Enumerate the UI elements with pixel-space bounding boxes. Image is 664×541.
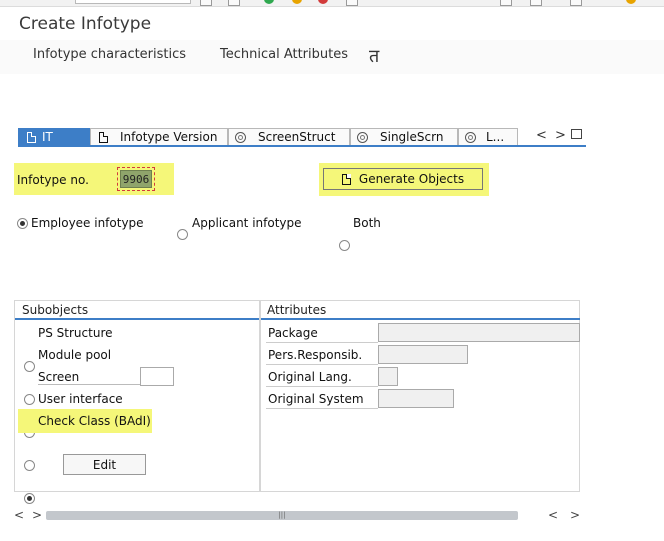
toolbar-icon[interactable] <box>200 0 212 6</box>
attributes-title: Attributes <box>267 303 327 317</box>
tab-underline <box>18 145 586 147</box>
tab-singlescrn[interactable]: SingleScrn <box>350 128 458 145</box>
tab-label: L... <box>486 130 505 144</box>
package-label: Package <box>268 326 318 340</box>
employee-infotype-label: Employee infotype <box>31 216 144 230</box>
toolbar-icon[interactable] <box>228 0 240 6</box>
document-icon <box>99 131 108 143</box>
screen-label: Screen <box>38 370 80 384</box>
attributes-separator <box>261 318 580 320</box>
row-divider <box>266 364 378 365</box>
scroll-left-step-icon[interactable]: > <box>32 508 42 522</box>
generate-objects-button[interactable]: Generate Objects <box>323 168 483 190</box>
subobjects-separator <box>15 318 259 320</box>
original-system-field <box>378 389 454 408</box>
module-pool-radio[interactable] <box>24 394 35 405</box>
tab-label: SingleScrn <box>380 130 444 144</box>
applicant-infotype-label: Applicant infotype <box>192 216 302 230</box>
generate-objects-label: Generate Objects <box>358 172 465 186</box>
both-radio[interactable] <box>339 240 350 251</box>
subobjects-title: Subobjects <box>22 303 89 317</box>
menu-infotype-characteristics[interactable]: Infotype characteristics <box>33 47 186 62</box>
edit-button[interactable]: Edit <box>63 454 146 475</box>
tab-prev-icon[interactable]: < <box>536 128 547 143</box>
menu-technical-attributes[interactable]: Technical Attributes <box>220 47 348 62</box>
employee-infotype-radio[interactable] <box>17 218 28 229</box>
screen-underline <box>38 384 140 385</box>
toolbar-icon[interactable] <box>500 0 512 6</box>
tab-it[interactable]: IT <box>18 128 90 145</box>
tab-label: Infotype Version <box>120 130 218 144</box>
user-interface-label: User interface <box>38 392 123 406</box>
screen-input[interactable] <box>140 367 174 386</box>
pers-responsib-label: Pers.Responsib. <box>268 348 363 362</box>
document-icon <box>341 173 351 185</box>
tab-label: ScreenStruct <box>258 130 336 144</box>
original-lang-label: Original Lang. <box>268 370 352 384</box>
original-lang-field <box>378 367 398 386</box>
tab-infotype-version[interactable]: Infotype Version <box>90 128 228 145</box>
user-interface-radio[interactable] <box>24 460 35 471</box>
pers-responsib-field <box>378 345 468 364</box>
infotype-label: Infotype no. <box>17 173 89 187</box>
toolbar-icon[interactable] <box>530 0 542 6</box>
scroll-left-icon[interactable]: < <box>14 508 24 522</box>
row-divider <box>266 386 378 387</box>
tab-label: IT <box>42 130 53 144</box>
print-icon[interactable] <box>346 0 358 6</box>
scroll-right-icon[interactable]: > <box>570 508 580 522</box>
check-class-radio[interactable] <box>24 493 35 504</box>
package-field <box>378 323 580 342</box>
special-glyph-icon[interactable]: त <box>369 44 379 68</box>
infotype-input[interactable]: 9906 <box>120 170 152 188</box>
original-system-label: Original System <box>268 392 364 406</box>
ps-structure-radio[interactable] <box>24 361 35 372</box>
applicant-infotype-radio[interactable] <box>177 229 188 240</box>
tab-screenstruct[interactable]: ScreenStruct <box>228 128 350 145</box>
row-divider <box>266 342 378 343</box>
scroll-right-step-icon[interactable]: < <box>548 508 558 522</box>
circle-icon <box>465 131 476 143</box>
tab-list-icon[interactable] <box>571 129 582 139</box>
circle-icon <box>235 131 246 143</box>
tab-l[interactable]: L... <box>458 128 518 145</box>
tab-next-icon[interactable]: > <box>555 128 566 143</box>
command-field[interactable] <box>75 0 191 4</box>
window-title: Create Infotype <box>19 14 152 34</box>
scrollbar-thumb[interactable]: ||| <box>46 511 518 520</box>
check-class-label: Check Class (BAdI) <box>38 414 151 428</box>
document-icon <box>27 131 36 143</box>
layout-icon[interactable] <box>570 0 582 6</box>
both-label: Both <box>353 216 381 230</box>
row-divider <box>266 408 378 409</box>
module-pool-label: Module pool <box>38 348 112 362</box>
ps-structure-label: PS Structure <box>38 326 113 340</box>
circle-icon <box>357 131 368 143</box>
